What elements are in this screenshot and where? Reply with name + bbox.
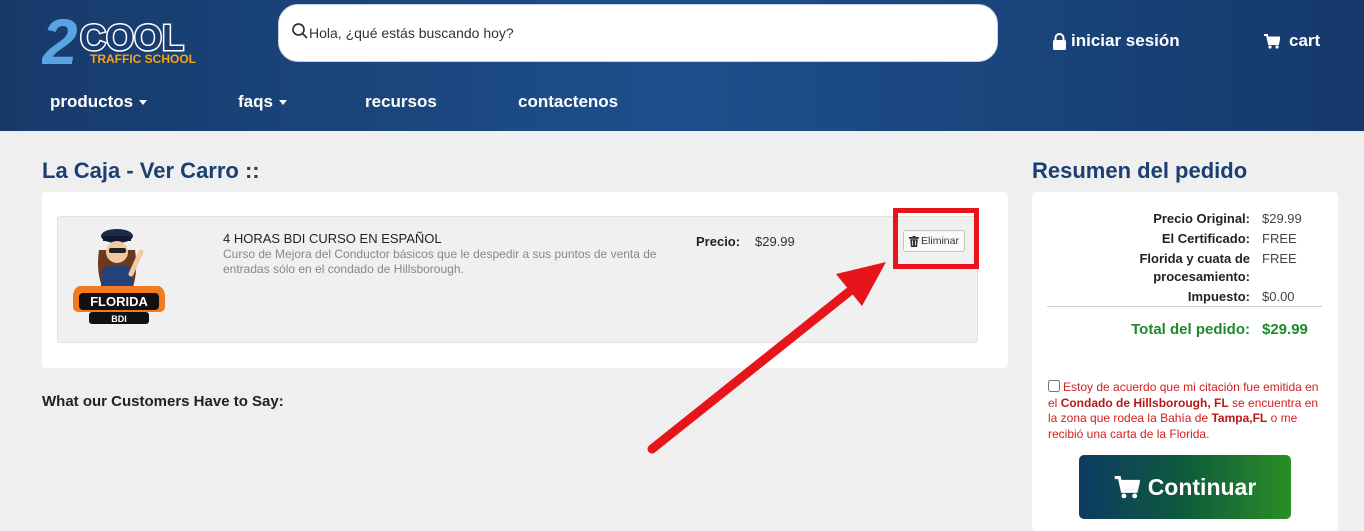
summary-value: FREE bbox=[1262, 251, 1297, 266]
cart-label: cart bbox=[1289, 31, 1321, 50]
product-description: Curso de Mejora del Conductor básicos qu… bbox=[223, 247, 657, 276]
summary-label: procesamiento: bbox=[1153, 269, 1250, 284]
nav-label: productos bbox=[50, 92, 134, 111]
search-icon bbox=[292, 23, 308, 39]
summary-divider bbox=[1047, 306, 1322, 307]
summary-value: $29.99 bbox=[1262, 211, 1302, 226]
summary-label: El Certificado: bbox=[1161, 231, 1250, 246]
badge-text: FLORIDA bbox=[90, 294, 148, 309]
nav-label: recursos bbox=[365, 92, 437, 111]
product-image: FLORIDA BDI bbox=[73, 229, 165, 324]
chevron-down-icon bbox=[278, 99, 287, 105]
summary-label: Impuesto: bbox=[1187, 289, 1250, 304]
search-bar[interactable] bbox=[278, 4, 998, 62]
lock-icon bbox=[1053, 32, 1066, 50]
product-name: 4 HORAS BDI CURSO EN ESPAÑOL bbox=[223, 231, 442, 246]
chevron-down-icon bbox=[139, 99, 148, 105]
total-value: $29.99 bbox=[1262, 321, 1308, 338]
nav-label: faqs bbox=[238, 92, 273, 111]
customers-heading: What our Customers Have to Say: bbox=[42, 393, 284, 410]
cart-icon bbox=[1114, 475, 1140, 498]
nav-recursos[interactable]: recursos bbox=[365, 92, 437, 112]
agreement-text: Estoy de acuerdo que mi citación fue emi… bbox=[1048, 380, 1320, 442]
agreement-checkbox[interactable] bbox=[1048, 380, 1060, 392]
cart-title: La Caja - Ver Carro :: bbox=[42, 158, 260, 183]
logo-digit: 2 bbox=[42, 8, 78, 74]
total-label: Total del pedido: bbox=[1131, 321, 1250, 338]
summary-value: $0.00 bbox=[1262, 289, 1295, 304]
agree-bold-1: Condado de Hillsborough, FL bbox=[1060, 395, 1229, 410]
nav-faqs[interactable]: faqs bbox=[238, 92, 287, 112]
cart-item bbox=[57, 216, 978, 343]
highlight-box bbox=[893, 208, 979, 269]
price-value: $29.99 bbox=[755, 234, 795, 249]
cart-link[interactable]: cart bbox=[1264, 31, 1320, 51]
nav-productos[interactable]: productos bbox=[50, 92, 148, 112]
login-label: iniciar sesión bbox=[1071, 31, 1180, 50]
continue-label: Continuar bbox=[1147, 473, 1257, 500]
agree-bold-2: Tampa,FL bbox=[1211, 411, 1268, 425]
search-input[interactable] bbox=[309, 15, 969, 51]
nav-label: contactenos bbox=[518, 92, 619, 111]
continue-button[interactable]: Continuar bbox=[1079, 455, 1291, 519]
logo-subtitle: TRAFFIC SCHOOL bbox=[90, 52, 196, 66]
summary-title: Resumen del pedido bbox=[1032, 158, 1248, 183]
summary-label: Precio Original: bbox=[1153, 211, 1250, 226]
nav-contactenos[interactable]: contactenos bbox=[518, 92, 618, 112]
cart-icon bbox=[1264, 33, 1280, 49]
price-label: Precio: bbox=[696, 234, 741, 249]
site-header: 2 COOL TRAFFIC SCHOOL iniciar sesión car… bbox=[0, 0, 1364, 131]
badge-subtext: BDI bbox=[111, 314, 127, 324]
login-link[interactable]: iniciar sesión bbox=[1052, 31, 1180, 51]
summary-label: Florida y cuata de bbox=[1139, 251, 1250, 266]
site-logo[interactable]: 2 COOL TRAFFIC SCHOOL bbox=[42, 8, 217, 74]
summary-value: FREE bbox=[1262, 231, 1297, 246]
